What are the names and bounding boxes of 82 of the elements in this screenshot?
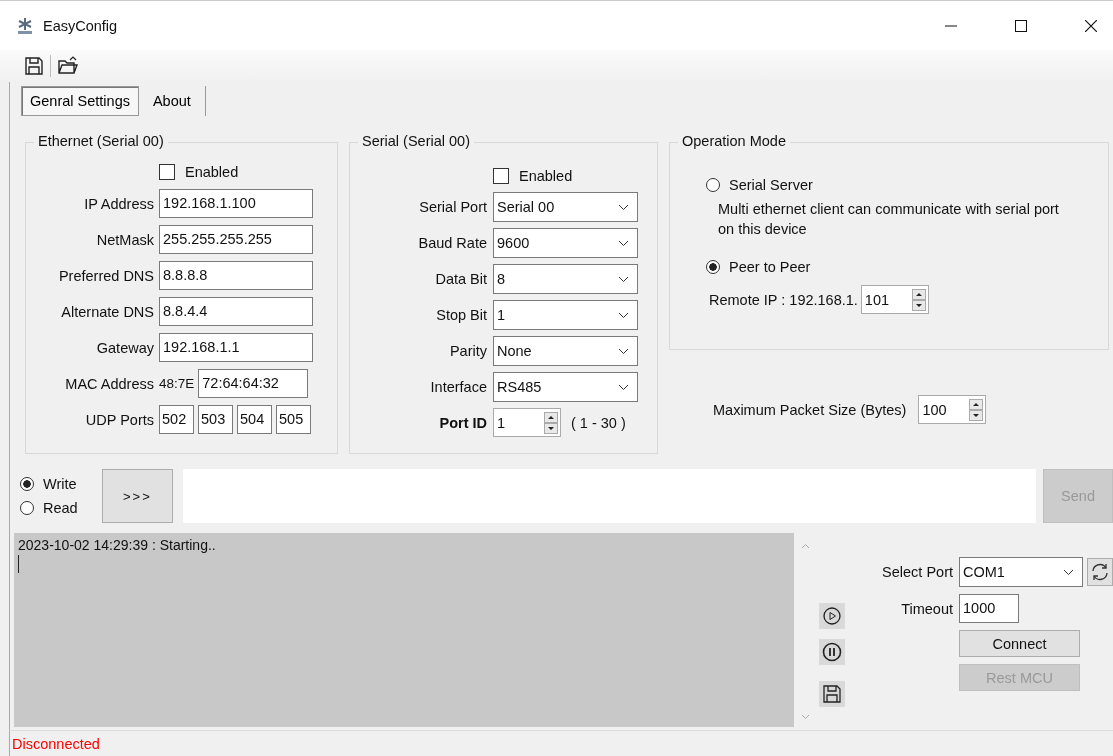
dropdown[interactable]: 9600 xyxy=(493,228,638,258)
text-field[interactable]: 8.8.8.8 xyxy=(159,261,313,290)
close-icon[interactable] xyxy=(1085,19,1097,32)
text-field[interactable]: 8.8.4.4 xyxy=(159,297,313,326)
option-description: Multi ethernet client can communicate with serial port on this device xyxy=(718,200,1060,239)
field-label: Serial Port xyxy=(418,199,487,215)
chevron-down-icon xyxy=(618,275,629,283)
maximize-icon[interactable] xyxy=(1015,19,1027,32)
port-field[interactable]: 505 xyxy=(276,405,311,434)
max-packet-label: Maximum Packet Size (Bytes) xyxy=(713,401,907,418)
field-label: Parity xyxy=(448,343,487,359)
arrow-button[interactable]: >>> xyxy=(101,469,173,523)
chevron-down-icon xyxy=(618,311,629,319)
checkbox[interactable] xyxy=(493,167,509,184)
log-line: 2023-10-02 14:29:39 : Starting.. xyxy=(18,537,216,553)
radio-label: Write xyxy=(43,476,77,492)
number-spinner[interactable]: 101 xyxy=(860,285,929,314)
dropdown[interactable]: 1 xyxy=(493,300,638,330)
chevron-down-icon xyxy=(618,347,629,355)
group-title: Serial (Serial 00) xyxy=(358,133,474,149)
text-field[interactable]: 255.255.255.255 xyxy=(159,225,313,254)
chevron-down-icon xyxy=(1063,568,1074,576)
refresh-icon[interactable] xyxy=(1087,558,1113,586)
save-icon[interactable] xyxy=(819,681,846,707)
field-label: Stop Bit xyxy=(435,307,487,323)
dropdown[interactable]: None xyxy=(493,336,638,366)
port-field[interactable]: 502 xyxy=(159,405,194,434)
field-label: Alternate DNS xyxy=(60,303,154,320)
radio-label: Peer to Peer xyxy=(729,259,811,275)
timeout-field[interactable]: 1000 xyxy=(959,594,1019,623)
checkbox-label: Enabled xyxy=(185,163,239,180)
field-label: UDP Ports xyxy=(84,411,154,428)
chevron-down-icon xyxy=(618,383,629,391)
text-cursor xyxy=(18,555,19,573)
radio-button[interactable] xyxy=(706,178,720,192)
window-title: EasyConfig xyxy=(43,17,118,34)
number-spinner[interactable]: 100 xyxy=(918,395,987,424)
dropdown[interactable]: RS485 xyxy=(493,372,638,402)
radio-button[interactable] xyxy=(20,477,34,491)
connect-button[interactable]: Connect xyxy=(959,630,1080,657)
field-label: Baud Rate xyxy=(417,235,487,251)
mac-prefix: 48:7E xyxy=(159,376,195,391)
tab[interactable]: Genral Settings xyxy=(21,86,139,116)
radio-label: Serial Server xyxy=(729,177,813,193)
pause-icon[interactable] xyxy=(819,639,846,665)
minimize-icon[interactable] xyxy=(945,24,957,27)
remote-ip-label: Remote IP : 192.168.1. xyxy=(709,291,858,308)
field-label: Data Bit xyxy=(434,271,487,287)
checkbox-label: Enabled xyxy=(519,167,573,184)
port-field[interactable]: 503 xyxy=(198,405,233,434)
log-area[interactable]: 2023-10-02 14:29:39 : Starting.. xyxy=(14,533,794,727)
field-label: Select Port xyxy=(882,564,953,580)
open-folder-icon[interactable] xyxy=(57,56,79,76)
text-field[interactable]: 192.168.1.100 xyxy=(159,189,313,218)
group-title: Operation Mode xyxy=(678,133,790,149)
checkbox[interactable] xyxy=(159,163,175,180)
group-title: Ethernet (Serial 00) xyxy=(34,133,168,149)
port-dropdown[interactable]: COM1 xyxy=(959,557,1083,587)
text-field[interactable]: 192.168.1.1 xyxy=(159,333,313,362)
dropdown[interactable]: 8 xyxy=(493,264,638,294)
text-field[interactable]: 72:64:64:32 xyxy=(198,369,309,398)
range-hint: ( 1 - 30 ) xyxy=(571,414,626,431)
radio-button[interactable] xyxy=(706,260,720,274)
field-label: Gateway xyxy=(95,339,154,356)
field-label: Preferred DNS xyxy=(57,267,154,284)
dropdown[interactable]: Serial 00 xyxy=(493,192,638,222)
radio-button[interactable] xyxy=(20,501,34,515)
app-icon xyxy=(17,16,33,35)
number-spinner[interactable]: 1 xyxy=(493,408,561,437)
field-label: Port ID xyxy=(438,414,487,431)
port-field[interactable]: 504 xyxy=(237,405,272,434)
save-icon[interactable] xyxy=(24,56,44,76)
play-icon[interactable] xyxy=(819,603,846,629)
status-text: Disconnected xyxy=(12,735,100,752)
field-label: Timeout xyxy=(901,600,953,617)
radio-label: Read xyxy=(43,500,78,516)
field-label: NetMask xyxy=(95,231,154,248)
field-label: MAC Address xyxy=(64,375,154,392)
field-label: Interface xyxy=(429,379,487,395)
chevron-down-icon xyxy=(618,239,629,247)
chevron-down-icon xyxy=(618,203,629,211)
field-label: IP Address xyxy=(83,195,154,212)
